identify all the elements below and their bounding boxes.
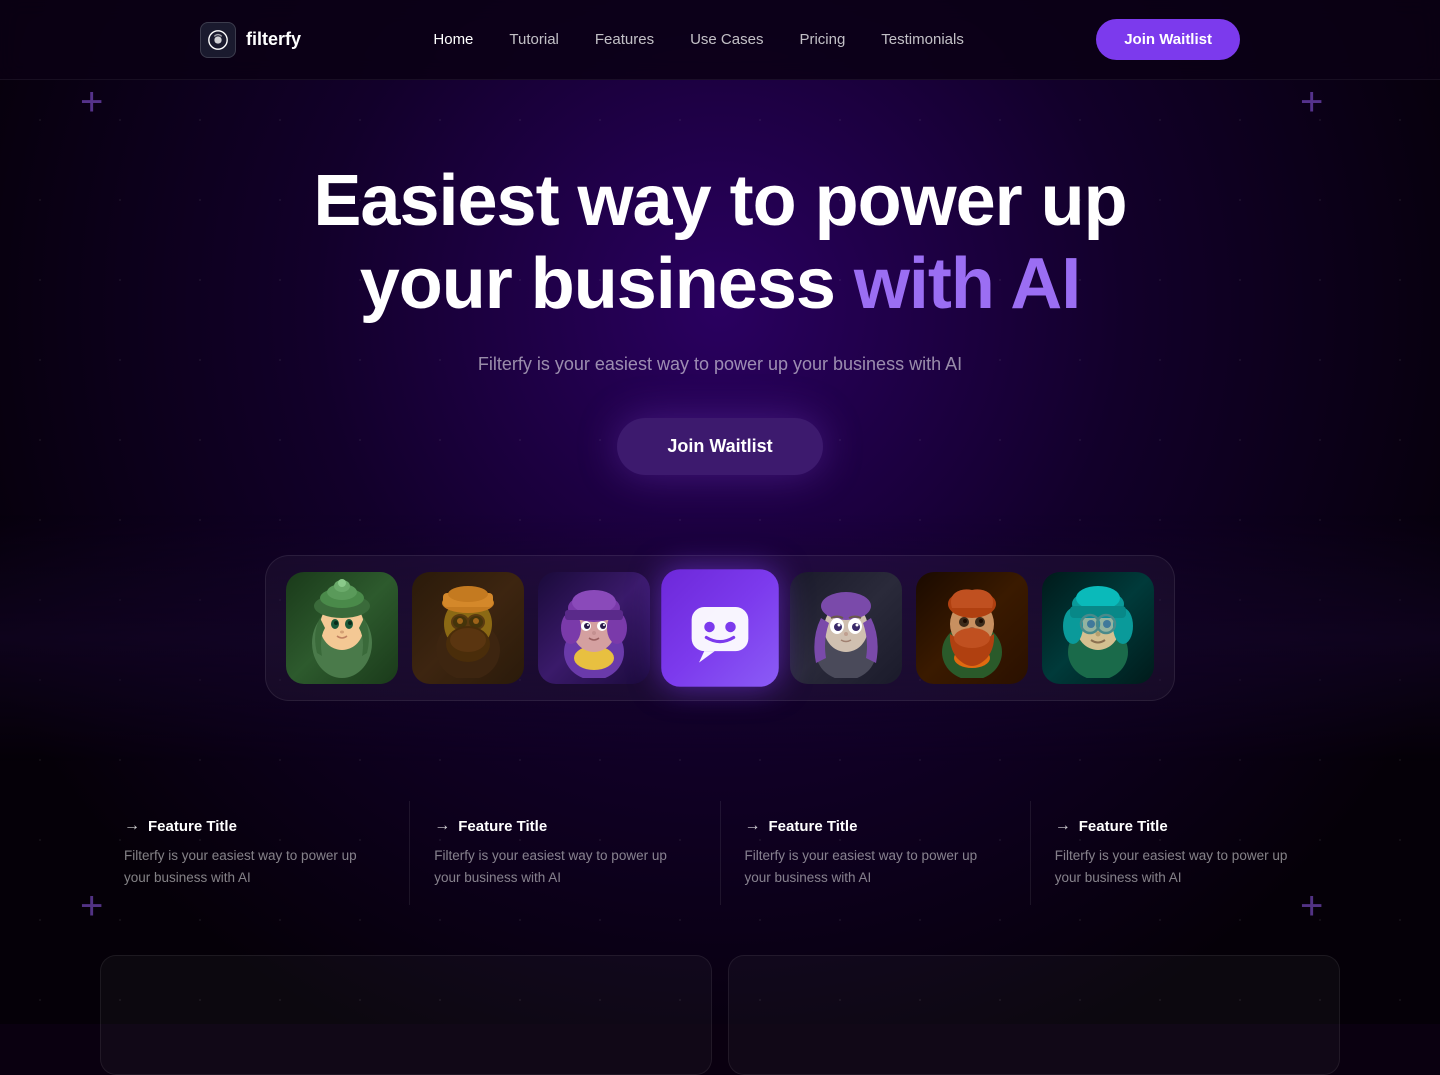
brand-name: filterfy xyxy=(246,29,301,50)
features-section: → Feature Title Filterfy is your easiest… xyxy=(0,761,1440,944)
hero-title-line2: your business xyxy=(360,244,854,324)
navbar: filterfy Home Tutorial Features Use Case… xyxy=(0,0,1440,80)
join-waitlist-nav-button[interactable]: Join Waitlist xyxy=(1096,19,1240,60)
feature-desc-1: Filterfy is your easiest way to power up… xyxy=(124,845,385,888)
avatar-orange-character xyxy=(916,572,1028,684)
avatar-logo-center xyxy=(661,570,779,688)
bottom-cards-section xyxy=(0,955,1440,1075)
hero-section: Easiest way to power up your business wi… xyxy=(0,80,1440,515)
feature-title-text-4: Feature Title xyxy=(1079,818,1168,835)
logo-icon xyxy=(200,22,236,58)
avatar-gray-face xyxy=(790,572,902,684)
feature-item-2: → Feature Title Filterfy is your easiest… xyxy=(410,801,720,904)
feature-item-3: → Feature Title Filterfy is your easiest… xyxy=(721,801,1031,904)
bottom-card-left xyxy=(100,955,712,1075)
hero-title: Easiest way to power up your business wi… xyxy=(200,160,1240,326)
nav-links: Home Tutorial Features Use Cases Pricing… xyxy=(433,31,963,49)
nav-link-pricing[interactable]: Pricing xyxy=(799,31,845,48)
avatar-strip xyxy=(0,515,1440,761)
bottom-card-right xyxy=(728,955,1340,1075)
nav-item-pricing[interactable]: Pricing xyxy=(799,31,845,49)
feature-title-1: → Feature Title xyxy=(124,817,385,835)
feature-item-1: → Feature Title Filterfy is your easiest… xyxy=(100,801,410,904)
nav-item-home[interactable]: Home xyxy=(433,31,473,49)
filterfy-logo-center xyxy=(661,570,779,688)
brand-logo[interactable]: filterfy xyxy=(200,22,301,58)
nav-link-tutorial[interactable]: Tutorial xyxy=(509,31,558,48)
avatar-gray-character xyxy=(790,572,902,684)
nav-item-use-cases[interactable]: Use Cases xyxy=(690,31,763,49)
feature-title-text-2: Feature Title xyxy=(458,818,547,835)
hero-title-accent: with AI xyxy=(854,244,1080,324)
feature-title-text-3: Feature Title xyxy=(769,818,858,835)
feature-desc-2: Filterfy is your easiest way to power up… xyxy=(434,845,695,888)
nav-item-tutorial[interactable]: Tutorial xyxy=(509,31,558,49)
feature-title-text-1: Feature Title xyxy=(148,818,237,835)
main-content: Easiest way to power up your business wi… xyxy=(0,80,1440,1075)
hero-subtitle: Filterfy is your easiest way to power up… xyxy=(410,350,1030,379)
feature-arrow-3: → xyxy=(745,817,761,835)
avatar-brown-character xyxy=(412,572,524,684)
avatar-brown-face xyxy=(412,572,524,684)
nav-link-testimonials[interactable]: Testimonials xyxy=(881,31,964,48)
nav-item-testimonials[interactable]: Testimonials xyxy=(881,31,964,49)
feature-title-4: → Feature Title xyxy=(1055,817,1316,835)
nav-item-features[interactable]: Features xyxy=(595,31,654,49)
feature-arrow-1: → xyxy=(124,817,140,835)
feature-desc-4: Filterfy is your easiest way to power up… xyxy=(1055,845,1316,888)
avatar-green-face xyxy=(286,572,398,684)
avatar-strip-inner xyxy=(265,555,1175,701)
nav-link-features[interactable]: Features xyxy=(595,31,654,48)
avatar-teal-face xyxy=(1042,572,1154,684)
avatar-orange-face xyxy=(916,572,1028,684)
avatar-purple-face xyxy=(538,572,650,684)
avatar-teal-character xyxy=(1042,572,1154,684)
feature-desc-3: Filterfy is your easiest way to power up… xyxy=(745,845,1006,888)
avatar-purple-character xyxy=(538,572,650,684)
feature-item-4: → Feature Title Filterfy is your easiest… xyxy=(1031,801,1340,904)
feature-arrow-2: → xyxy=(434,817,450,835)
hero-title-line1: Easiest way to power up xyxy=(313,161,1126,241)
feature-title-2: → Feature Title xyxy=(434,817,695,835)
feature-arrow-4: → xyxy=(1055,817,1071,835)
nav-link-home[interactable]: Home xyxy=(433,31,473,48)
join-waitlist-hero-button[interactable]: Join Waitlist xyxy=(617,418,822,475)
feature-title-3: → Feature Title xyxy=(745,817,1006,835)
avatar-green-character xyxy=(286,572,398,684)
nav-link-use-cases[interactable]: Use Cases xyxy=(690,31,763,48)
